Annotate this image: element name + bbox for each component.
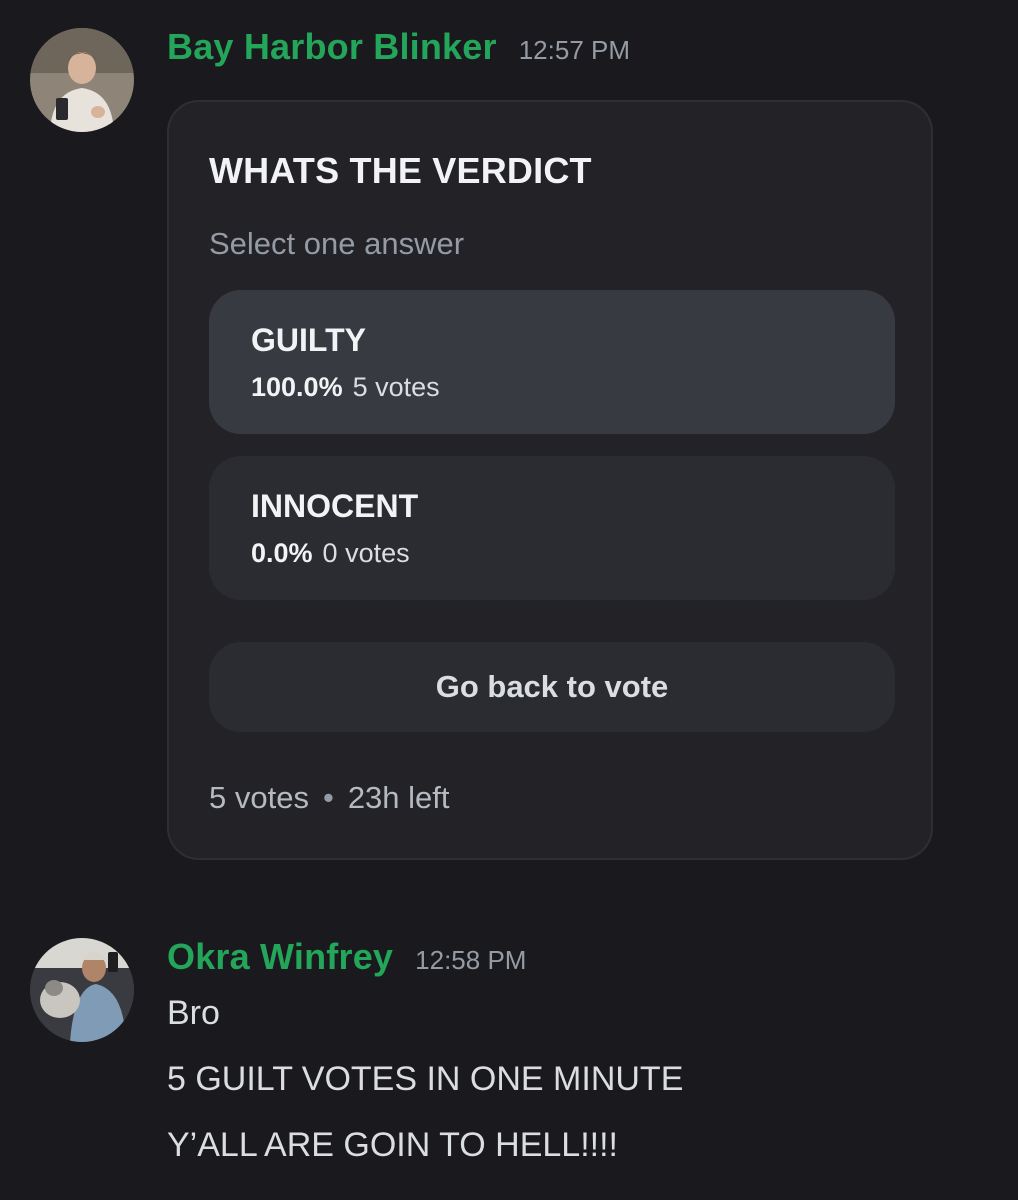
username[interactable]: Bay Harbor Blinker bbox=[167, 26, 497, 68]
poll-total-votes: 5 votes bbox=[209, 780, 309, 815]
poll-question: WHATS THE VERDICT bbox=[209, 150, 592, 191]
avatar[interactable] bbox=[30, 28, 134, 132]
poll-time-left: 23h left bbox=[347, 780, 450, 815]
message-line: Bro bbox=[167, 994, 220, 1032]
poll-card: WHATS THE VERDICT Select one answer GUIL… bbox=[167, 100, 933, 860]
username[interactable]: Okra Winfrey bbox=[167, 936, 393, 978]
go-back-to-vote-button[interactable]: Go back to vote bbox=[209, 642, 895, 732]
avatar[interactable] bbox=[30, 938, 134, 1042]
message-header: Okra Winfrey 12:58 PM bbox=[167, 936, 526, 978]
poll-option-innocent[interactable]: INNOCENT 0.0% 0 votes bbox=[209, 456, 895, 600]
poll-option-result-bar bbox=[209, 290, 895, 434]
timestamp: 12:58 PM bbox=[415, 945, 527, 975]
poll-option-guilty[interactable]: GUILTY 100.0% 5 votes bbox=[209, 290, 895, 434]
poll-option-percent: 0.0% bbox=[251, 538, 313, 568]
poll-option-stats: 0.0% 0 votes bbox=[251, 538, 410, 569]
poll-option-label: GUILTY bbox=[251, 322, 366, 358]
poll-option-label: INNOCENT bbox=[251, 488, 419, 524]
user-avatar-photo bbox=[30, 28, 134, 132]
separator-dot: • bbox=[322, 780, 334, 815]
poll-option-votes: 5 votes bbox=[352, 372, 440, 402]
message-header: Bay Harbor Blinker 12:57 PM bbox=[167, 26, 630, 68]
message-line: Y’ALL ARE GOIN TO HELL!!!! bbox=[167, 1126, 618, 1164]
message-line: 5 GUILT VOTES IN ONE MINUTE bbox=[167, 1060, 684, 1098]
poll-prompt: Select one answer bbox=[209, 226, 465, 261]
timestamp: 12:57 PM bbox=[518, 35, 631, 65]
poll-option-percent: 100.0% bbox=[251, 372, 343, 402]
poll-option-stats: 100.0% 5 votes bbox=[251, 372, 440, 403]
poll-option-votes: 0 votes bbox=[322, 538, 410, 568]
poll-footer: 5 votes • 23h left bbox=[209, 780, 450, 816]
user-avatar-photo bbox=[30, 938, 134, 1042]
